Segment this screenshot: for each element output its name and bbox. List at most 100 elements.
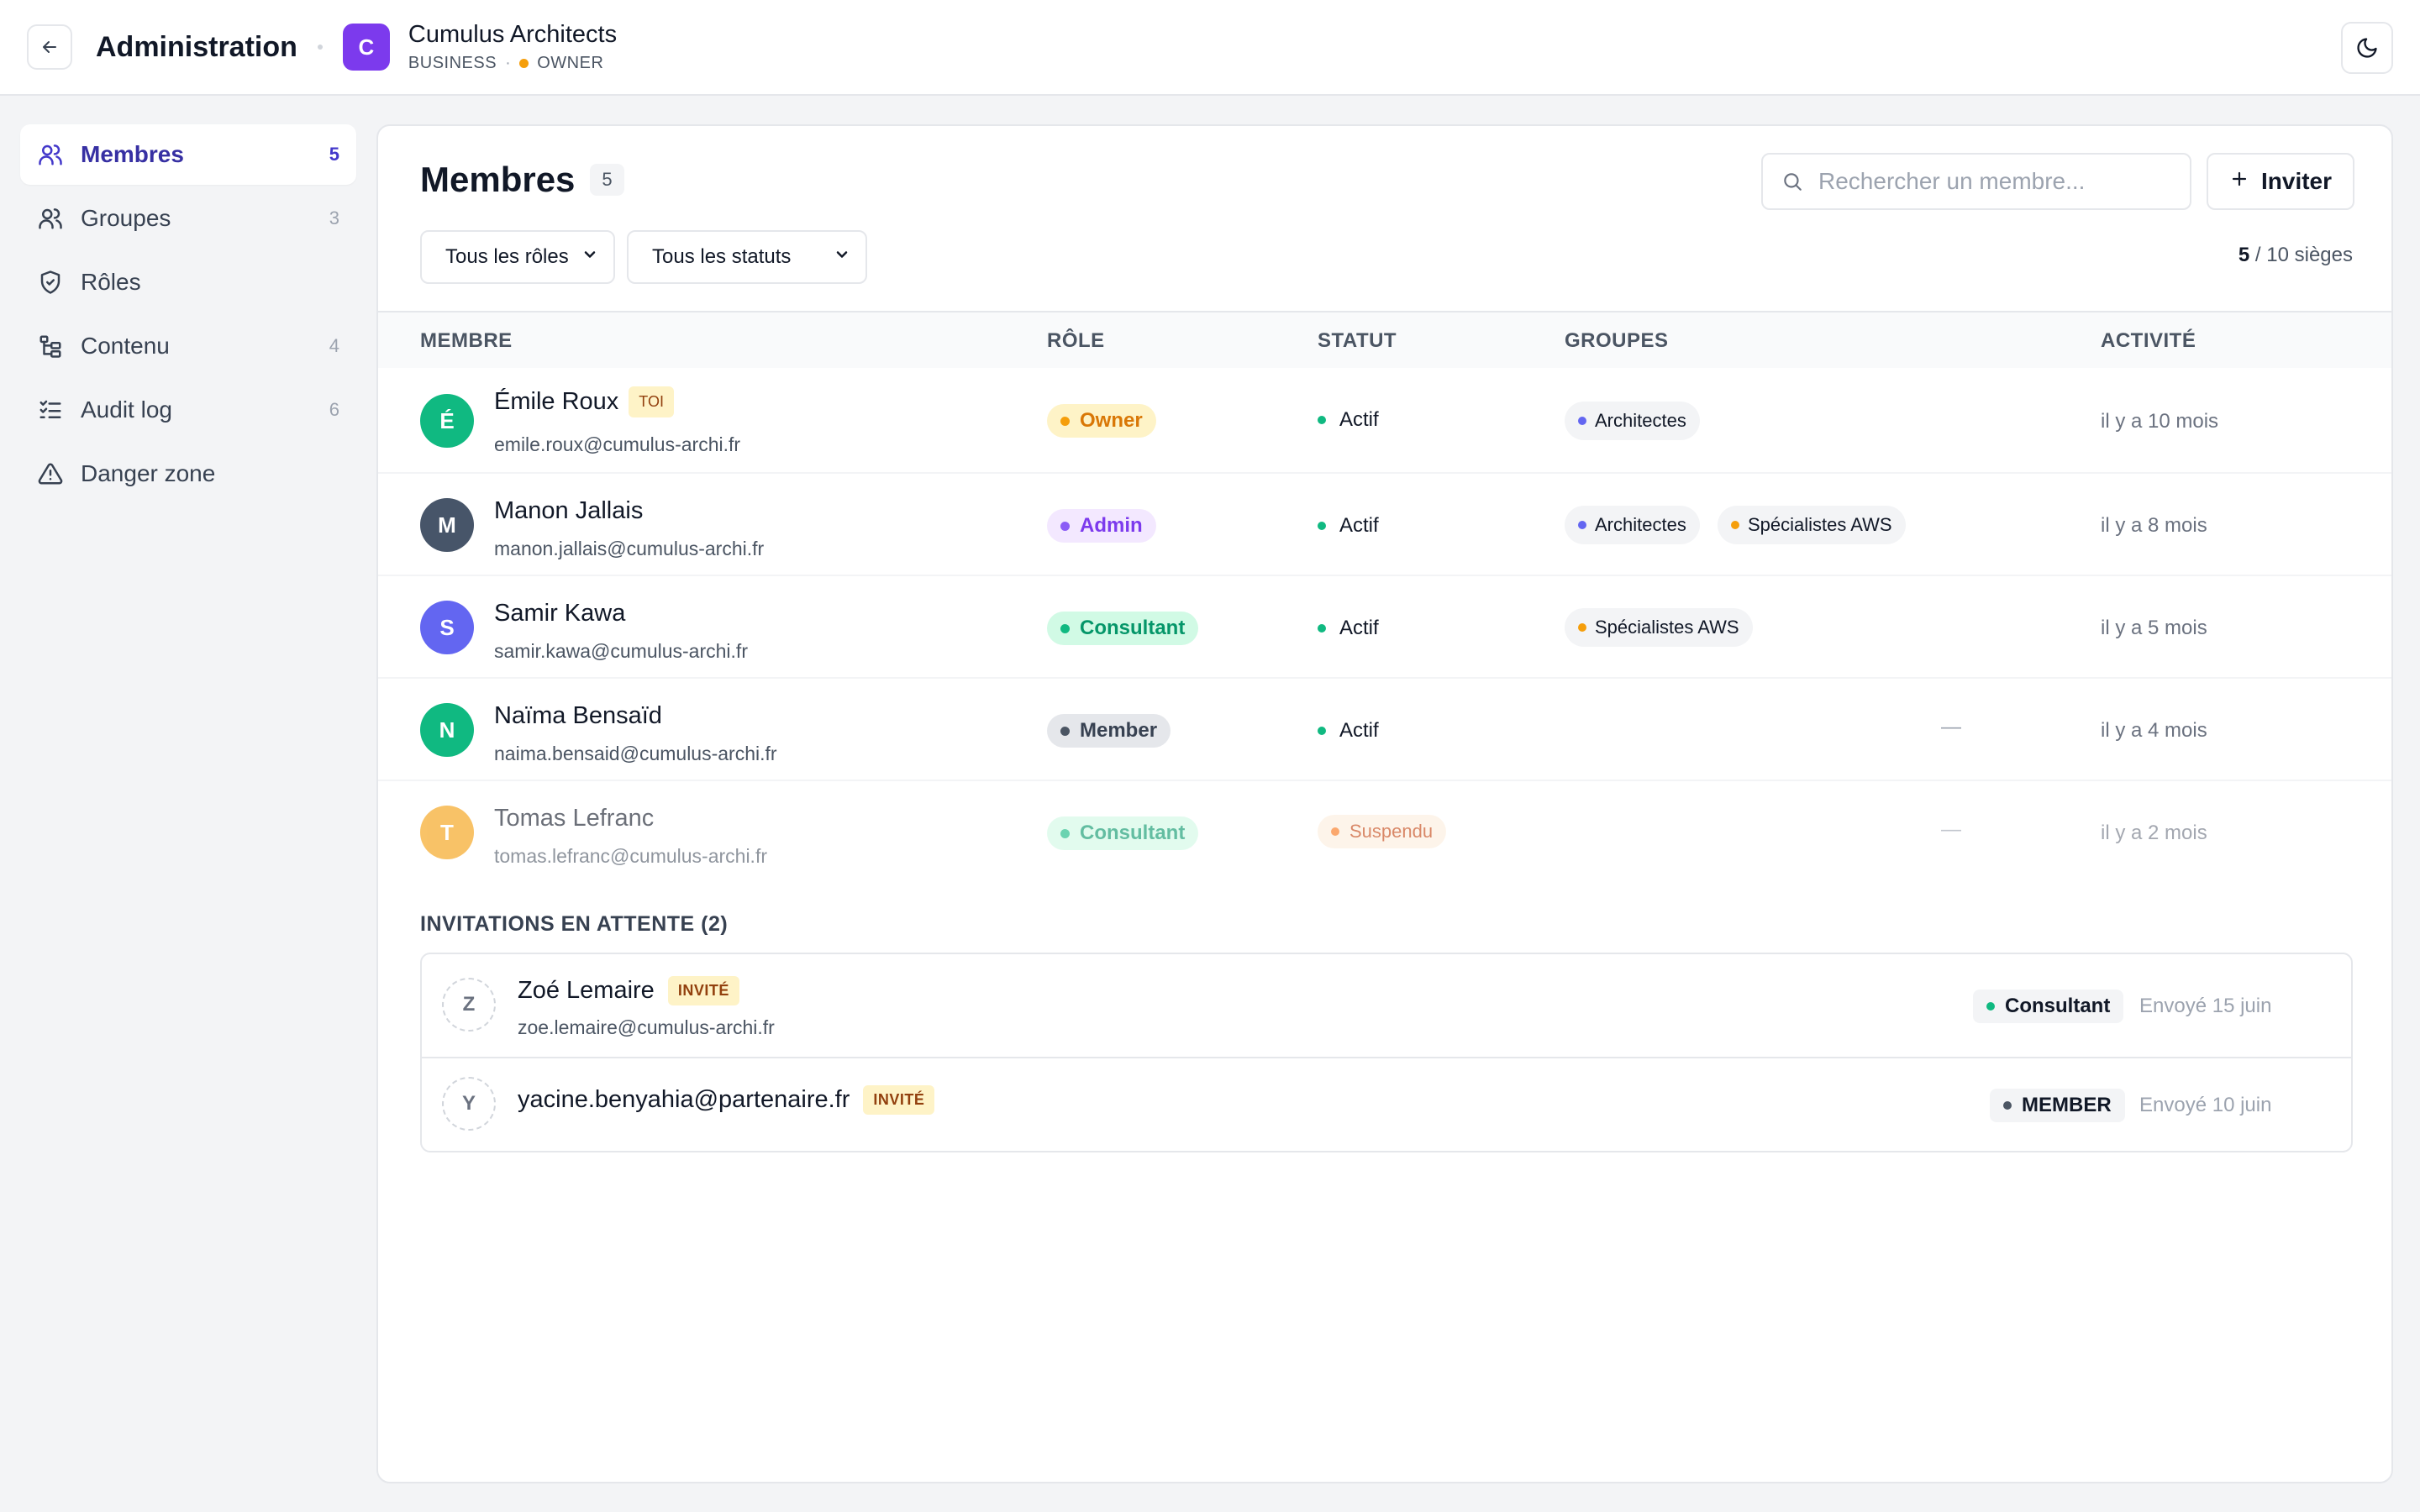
owner-dot-icon [519,59,529,68]
top-bar: Administration C Cumulus Architects BUSI… [0,0,2420,96]
member-activity: il y a 8 mois [2101,514,2207,537]
invite-button[interactable]: Inviter [2207,153,2354,210]
sidebar-item-contenu[interactable]: Contenu 4 [20,316,356,376]
role-badge: Consultant [1047,612,1199,645]
status-badge: Actif [1318,719,1379,743]
invitation-email: zoe.lemaire@cumulus-archi.fr [518,1016,775,1038]
member-name: Émile Roux TOI [494,386,674,417]
org-role: OWNER [537,54,604,72]
sidebar-item-membres[interactable]: Membres 5 [20,124,356,185]
role-dot-icon [1986,1002,1995,1011]
invitation-name: Zoé Lemaire INVITÉ [518,976,739,1005]
member-email: emile.roux@cumulus-archi.fr [494,433,741,455]
member-activity: il y a 5 mois [2101,617,2207,639]
status-label: Actif [1339,617,1379,639]
status-badge: Actif [1318,514,1379,538]
member-activity: il y a 10 mois [2101,410,2219,433]
member-name: Tomas Lefranc [494,805,654,832]
table-header: MEMBRE RÔLE STATUT GROUPES ACTIVITÉ [378,311,2391,368]
app-title: Administration [96,30,297,63]
sidebar-item-danger-zone[interactable]: Danger zone [20,444,356,504]
group-tag-label: Spécialistes AWS [1595,617,1739,638]
invitation-sent-date: Envoyé 10 juin [2139,1094,2272,1116]
table-row[interactable]: N Naïma Bensaïd naima.bensaid@cumulus-ar… [378,679,2391,781]
group-tag-label: Architectes [1595,514,1686,535]
group-dot-icon [1578,623,1586,632]
invitation-row[interactable]: Y yacine.benyahia@partenaire.fr INVITÉ M… [422,1058,2351,1151]
member-name: Manon Jallais [494,497,643,525]
role-badge: Admin [1047,509,1156,543]
sidebar-item-count: 3 [329,207,339,228]
role-badge: Consultant [1047,816,1199,850]
member-activity: il y a 4 mois [2101,719,2207,742]
role-label: Consultant [1080,822,1186,844]
sidebar-item-label: Groupes [81,205,171,231]
member-email: manon.jallais@cumulus-archi.fr [494,538,765,559]
role-label: Member [1080,719,1158,742]
theme-toggle-button[interactable] [2341,22,2393,74]
warning-icon [37,460,64,487]
moon-icon [2357,38,2377,58]
invitation-row[interactable]: Z Zoé Lemaire INVITÉ zoe.lemaire@cumulus… [422,954,2351,1058]
invitations-list: Z Zoé Lemaire INVITÉ zoe.lemaire@cumulus… [420,953,2353,1152]
status-dot-icon [1331,827,1339,836]
groups-empty: — [1941,818,1961,841]
role-filter-select[interactable]: Tous les rôles [420,230,615,284]
avatar: Y [442,1077,496,1131]
org-meta: BUSINESS · OWNER [408,54,617,73]
status-filter-select[interactable]: Tous les statuts [627,230,867,284]
status-badge: Actif [1318,617,1379,640]
column-header-groups: GROUPES [1565,329,1669,352]
column-header-member: MEMBRE [420,329,513,352]
table-row[interactable]: S Samir Kawa samir.kawa@cumulus-archi.fr… [378,576,2391,679]
you-badge: TOI [629,386,674,417]
org-name: Cumulus Architects [408,21,618,48]
table-row[interactable]: É Émile Roux TOI emile.roux@cumulus-arch… [378,368,2391,474]
invited-badge: INVITÉ [863,1085,935,1115]
group-dot-icon [1578,417,1586,425]
member-name-text: Samir Kawa [494,600,626,627]
page-title: Membres 5 [420,160,624,200]
seats-used: 5 [2238,244,2250,266]
sidebar-item-count: 6 [329,399,339,420]
search-box[interactable] [1761,153,2191,210]
group-tag-label: Architectes [1595,410,1686,431]
shield-icon [37,269,64,296]
role-filter-value: Tous les rôles [445,245,569,268]
role-label: Admin [1080,514,1143,537]
member-name-text: Naïma Bensaïd [494,702,662,729]
group-tag: Spécialistes AWS [1565,608,1753,647]
invitations-title: INVITATIONS EN ATTENTE (2) [420,912,729,936]
table-row[interactable]: M Manon Jallais manon.jallais@cumulus-ar… [378,474,2391,576]
status-dot-icon [1318,522,1326,530]
invitation-role-label: Consultant [2005,995,2111,1017]
org-meta-separator: · [505,54,512,72]
role-dot-icon [1060,726,1070,736]
sidebar-item-roles[interactable]: Rôles [20,252,356,312]
role-dot-icon [1060,828,1070,838]
sidebar-item-audit-log[interactable]: Audit log 6 [20,380,356,440]
seats-total: / 10 sièges [2249,244,2353,266]
role-label: Owner [1080,409,1143,432]
status-dot-icon [1318,727,1326,735]
member-name: Naïma Bensaïd [494,702,662,730]
search-input[interactable] [1818,168,2171,195]
invitation-name: yacine.benyahia@partenaire.fr INVITÉ [518,1085,935,1115]
members-panel: Membres 5 Inviter Tous les rôles Tous le… [376,124,2393,1483]
member-email: tomas.lefranc@cumulus-archi.fr [494,845,767,867]
table-row[interactable]: T Tomas Lefranc tomas.lefranc@cumulus-ar… [378,781,2391,884]
sidebar-item-count: 4 [329,335,339,356]
role-dot-icon [2003,1101,2012,1110]
avatar: M [420,498,474,552]
status-filter-value: Tous les statuts [652,245,792,268]
avatar: É [420,394,474,448]
groups-empty: — [1941,716,1961,738]
invite-button-label: Inviter [2260,168,2333,194]
status-label: Actif [1339,719,1379,742]
avatar: Z [442,978,496,1032]
back-button[interactable] [27,24,72,70]
sidebar-item-label: Contenu [81,333,170,359]
chevron-down-icon [581,245,598,269]
column-header-activity: ACTIVITÉ [2101,329,2196,352]
sidebar-item-groupes[interactable]: Groupes 3 [20,188,356,249]
